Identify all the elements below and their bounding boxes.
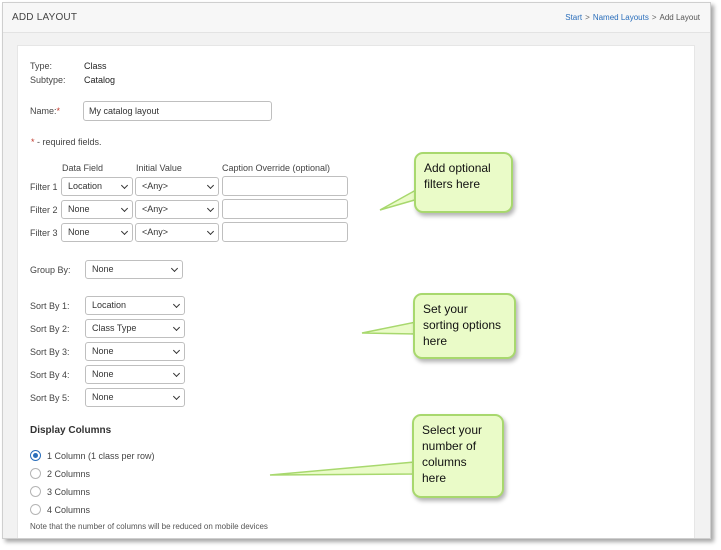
callout-sorting: Set your sorting options here [413, 293, 516, 359]
callout-columns: Select your number of columns here [412, 414, 504, 498]
callout-pointer-sorting [361, 321, 417, 335]
callout-filters: Add optional filters here [414, 152, 513, 213]
callout-pointers [269, 183, 426, 476]
callout-pointer-columns [269, 461, 416, 476]
